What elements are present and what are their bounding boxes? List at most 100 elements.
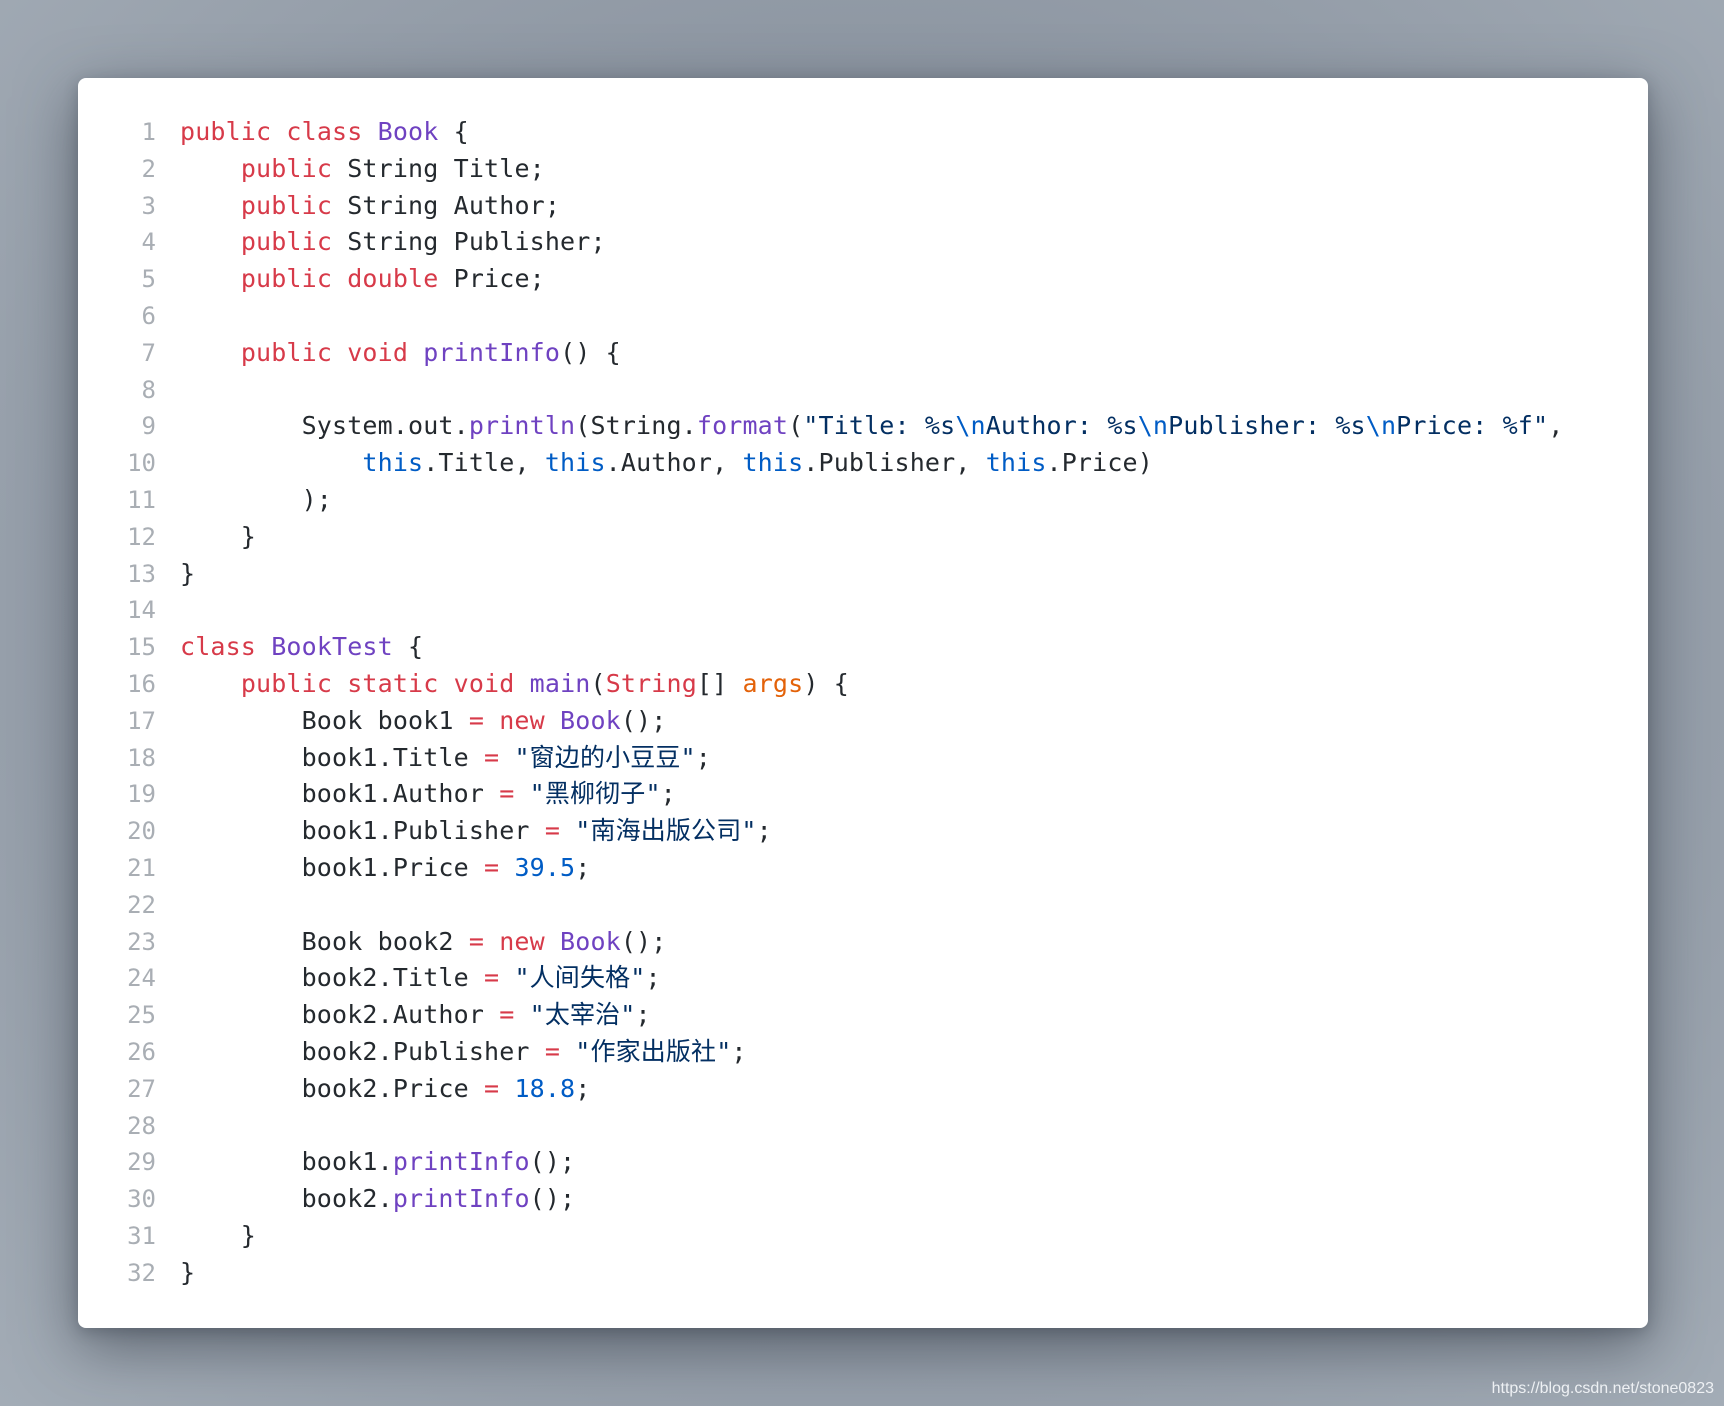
line-number: 23 xyxy=(127,927,156,956)
code-token: public xyxy=(240,668,333,698)
code-line: 31 } xyxy=(78,1218,1648,1255)
line-number: 24 xyxy=(127,964,156,993)
code-token: Book book1 xyxy=(180,705,469,735)
code-line: 23 Book book2 = new Book(); xyxy=(78,924,1648,961)
code-text: } xyxy=(180,519,256,556)
line-number: 31 xyxy=(127,1221,156,1250)
code-text: book1.Title = "窗边的小豆豆"; xyxy=(180,740,711,777)
line-number: 27 xyxy=(127,1074,156,1103)
code-text: this.Title, this.Author, this.Publisher,… xyxy=(180,445,1153,482)
code-text: book1.Publisher = "南海出版公司"; xyxy=(180,813,772,850)
code-text: Book book2 = new Book(); xyxy=(180,924,667,961)
line-number: 22 xyxy=(127,890,156,919)
code-token: String Title; xyxy=(332,153,545,183)
code-token: \n xyxy=(1137,411,1169,441)
line-number: 11 xyxy=(127,485,156,514)
code-token: class xyxy=(286,117,363,146)
line-number: 15 xyxy=(127,633,156,662)
code-token: = xyxy=(484,963,500,993)
code-line: 1 public class Book { xyxy=(78,114,1648,151)
code-token: .Title, xyxy=(423,448,545,478)
code-token: "窗边的小豆豆" xyxy=(514,742,696,772)
line-number: 19 xyxy=(127,780,156,809)
code-line: 26 book2.Publisher = "作家出版社"; xyxy=(78,1034,1648,1071)
code-line: 11 ); xyxy=(78,482,1648,519)
code-text: public class Book { xyxy=(180,114,469,151)
code-token: } xyxy=(180,558,196,588)
code-text: public void printInfo() { xyxy=(180,335,621,372)
code-token: ; xyxy=(575,852,591,882)
line-number: 6 xyxy=(141,301,156,330)
code-token: book1.Author xyxy=(180,779,500,809)
code-token: = xyxy=(468,926,485,956)
code-token: String Publisher; xyxy=(332,227,606,257)
code-text: ); xyxy=(180,482,332,519)
code-text: } xyxy=(180,1255,195,1292)
code-token: book2.Author xyxy=(180,1000,500,1030)
code-token: this xyxy=(362,448,424,478)
line-number: 29 xyxy=(127,1148,156,1177)
code-token: Book xyxy=(377,117,439,146)
code-token: String Author; xyxy=(332,190,561,220)
code-line: 6 xyxy=(78,298,1648,335)
code-text: book1.Author = "黑柳彻子"; xyxy=(180,776,676,813)
code-line: 18 book1.Title = "窗边的小豆豆"; xyxy=(78,740,1648,777)
code-token: printInfo xyxy=(392,1147,530,1177)
code-token: void xyxy=(347,337,409,367)
line-number: 25 xyxy=(127,1001,156,1030)
code-token: book2.Price xyxy=(180,1073,485,1103)
code-text: Book book1 = new Book(); xyxy=(180,703,667,740)
code-text: book1.Price = 39.5; xyxy=(180,850,591,887)
code-token: ; xyxy=(731,1036,747,1066)
code-token: "太宰治" xyxy=(529,1000,636,1030)
code-line: 19 book1.Author = "黑柳彻子"; xyxy=(78,776,1648,813)
code-token: Book book2 xyxy=(180,926,469,956)
code-token: Book xyxy=(560,705,621,735)
code-token: , xyxy=(1548,411,1564,441)
code-token: book1.Title xyxy=(180,742,485,772)
code-token: = xyxy=(544,1036,561,1066)
code-token: ; xyxy=(575,1073,591,1103)
code-line: 21 book1.Price = 39.5; xyxy=(78,850,1648,887)
code-token: Author: %s xyxy=(985,411,1138,441)
code-token: printInfo xyxy=(423,337,561,367)
code-token: = xyxy=(499,779,515,809)
code-text: } xyxy=(180,556,195,593)
code-token: = xyxy=(484,742,500,772)
code-token: printInfo xyxy=(392,1184,530,1214)
code-line: 14 xyxy=(78,592,1648,629)
code-line: 17 Book book1 = new Book(); xyxy=(78,703,1648,740)
line-number: 10 xyxy=(127,449,156,478)
code-token: public xyxy=(240,337,333,367)
line-number: 26 xyxy=(127,1037,156,1066)
code-line: 13} xyxy=(78,556,1648,593)
code-token: main xyxy=(529,668,591,698)
code-token: (String. xyxy=(575,411,697,441)
line-number: 2 xyxy=(141,154,156,183)
code-text: book2.printInfo(); xyxy=(180,1181,575,1218)
code-token: ( xyxy=(788,411,804,441)
code-block: 1 public class Book { 2 public String Titl… xyxy=(78,114,1648,1292)
code-token: book1. xyxy=(180,1147,393,1177)
code-line: 12 } xyxy=(78,519,1648,556)
code-token: (); xyxy=(620,705,667,735)
code-text: public double Price; xyxy=(180,261,545,298)
code-text: public static void main(String[] args) { xyxy=(180,666,849,703)
code-token: (); xyxy=(529,1184,576,1214)
code-token: String xyxy=(605,668,697,698)
code-text: book2.Publisher = "作家出版社"; xyxy=(180,1034,747,1071)
code-text: public String Publisher; xyxy=(180,224,606,261)
